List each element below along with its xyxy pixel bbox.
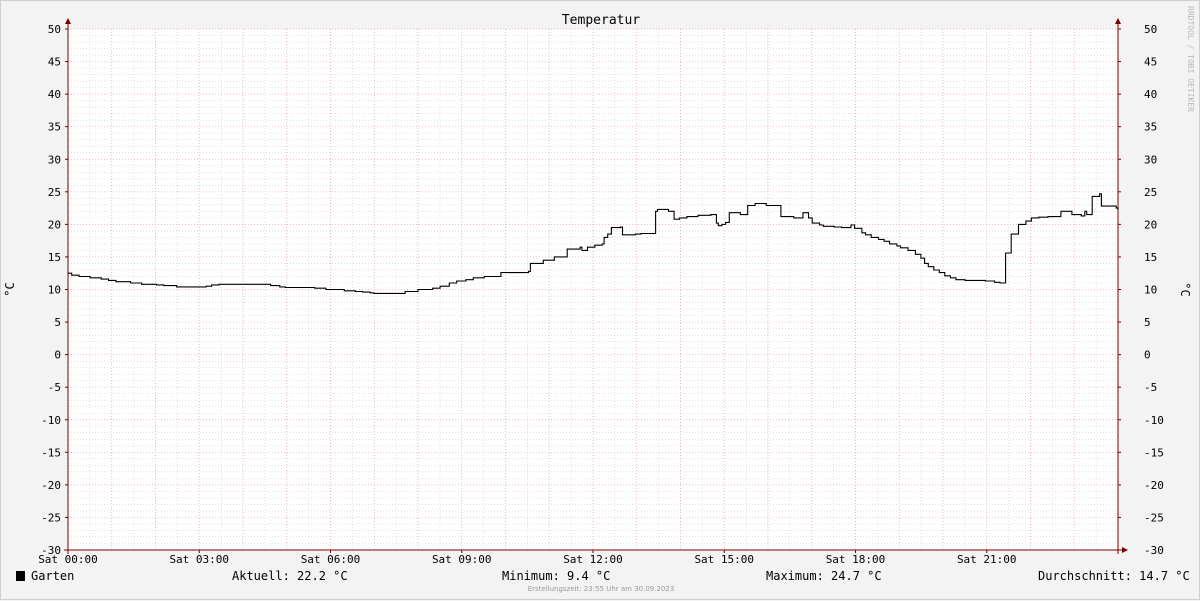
x-tick-label: Sat 15:00 xyxy=(694,553,754,566)
y-tick-label-right: 5 xyxy=(1144,316,1151,329)
y-tick-label-right: -30 xyxy=(1144,544,1164,557)
y-tick-label-right: 25 xyxy=(1144,186,1157,199)
x-tick-label: Sat 18:00 xyxy=(826,553,886,566)
y-tick-label-right: 30 xyxy=(1144,153,1157,166)
y-tick-label-right: 40 xyxy=(1144,88,1157,101)
y-tick-label-left: 25 xyxy=(48,186,61,199)
y-axis-arrow-left xyxy=(65,18,71,24)
rrdtool-watermark: RRDTOOL / TOBI OETIKER xyxy=(1186,6,1195,112)
y-axis-label-left: °C xyxy=(3,282,17,296)
y-tick-label-left: 15 xyxy=(48,251,61,264)
y-tick-label-left: 35 xyxy=(48,121,61,134)
y-tick-label-right: 50 xyxy=(1144,23,1157,36)
y-tick-label-left: 5 xyxy=(54,316,61,329)
x-tick-label: Sat 12:00 xyxy=(563,553,623,566)
x-axis-arrow xyxy=(1122,547,1128,553)
y-tick-label-right: -25 xyxy=(1144,511,1164,524)
y-tick-label-right: 10 xyxy=(1144,284,1157,297)
y-tick-label-left: -5 xyxy=(48,381,61,394)
y-tick-label-left: 10 xyxy=(48,284,61,297)
y-tick-label-left: -25 xyxy=(41,511,61,524)
y-tick-label-right: -20 xyxy=(1144,479,1164,492)
y-tick-label-left: 50 xyxy=(48,23,61,36)
y-tick-label-left: 40 xyxy=(48,88,61,101)
y-tick-label-right: 0 xyxy=(1144,349,1151,362)
y-tick-label-right: 35 xyxy=(1144,121,1157,134)
y-tick-label-right: 15 xyxy=(1144,251,1157,264)
y-tick-label-left: 45 xyxy=(48,56,61,69)
legend-series-name: Garten xyxy=(31,569,74,583)
legend-minimum: Minimum: 9.4 °C xyxy=(502,569,610,583)
legend-durchschnitt: Durchschnitt: 14.7 °C xyxy=(1038,569,1190,583)
temperature-chart: 5050454540403535303025252020151510105500… xyxy=(1,1,1200,601)
chart-title: Temperatur xyxy=(562,13,640,28)
x-tick-label: Sat 03:00 xyxy=(169,553,229,566)
x-tick-label: Sat 00:00 xyxy=(38,553,98,566)
y-tick-label-right: 20 xyxy=(1144,218,1157,231)
y-axis-label-right: °C xyxy=(1178,282,1192,296)
y-tick-label-left: 20 xyxy=(48,218,61,231)
legend-aktuell: Aktuell: 22.2 °C xyxy=(232,569,348,583)
x-tick-label: Sat 21:00 xyxy=(957,553,1017,566)
x-tick-label: Sat 09:00 xyxy=(432,553,492,566)
y-tick-label-left: -15 xyxy=(41,446,61,459)
y-tick-label-left: -10 xyxy=(41,414,61,427)
legend-swatch-icon xyxy=(16,571,25,581)
graph-window: 5050454540403535303025252020151510105500… xyxy=(0,0,1200,600)
y-axis-arrow-right xyxy=(1115,18,1121,24)
y-tick-label-left: 0 xyxy=(54,349,61,362)
y-tick-label-right: 45 xyxy=(1144,56,1157,69)
y-tick-label-left: -20 xyxy=(41,479,61,492)
legend-maximum: Maximum: 24.7 °C xyxy=(766,569,882,583)
y-tick-label-right: -5 xyxy=(1144,381,1157,394)
x-tick-label: Sat 06:00 xyxy=(301,553,361,566)
y-tick-label-right: -15 xyxy=(1144,446,1164,459)
y-tick-label-right: -10 xyxy=(1144,414,1164,427)
footer-timestamp: Erstellungszeit: 23:55 Uhr am 30.09.2023 xyxy=(1,585,1200,593)
y-tick-label-left: 30 xyxy=(48,153,61,166)
legend-series: Garten xyxy=(16,569,74,583)
